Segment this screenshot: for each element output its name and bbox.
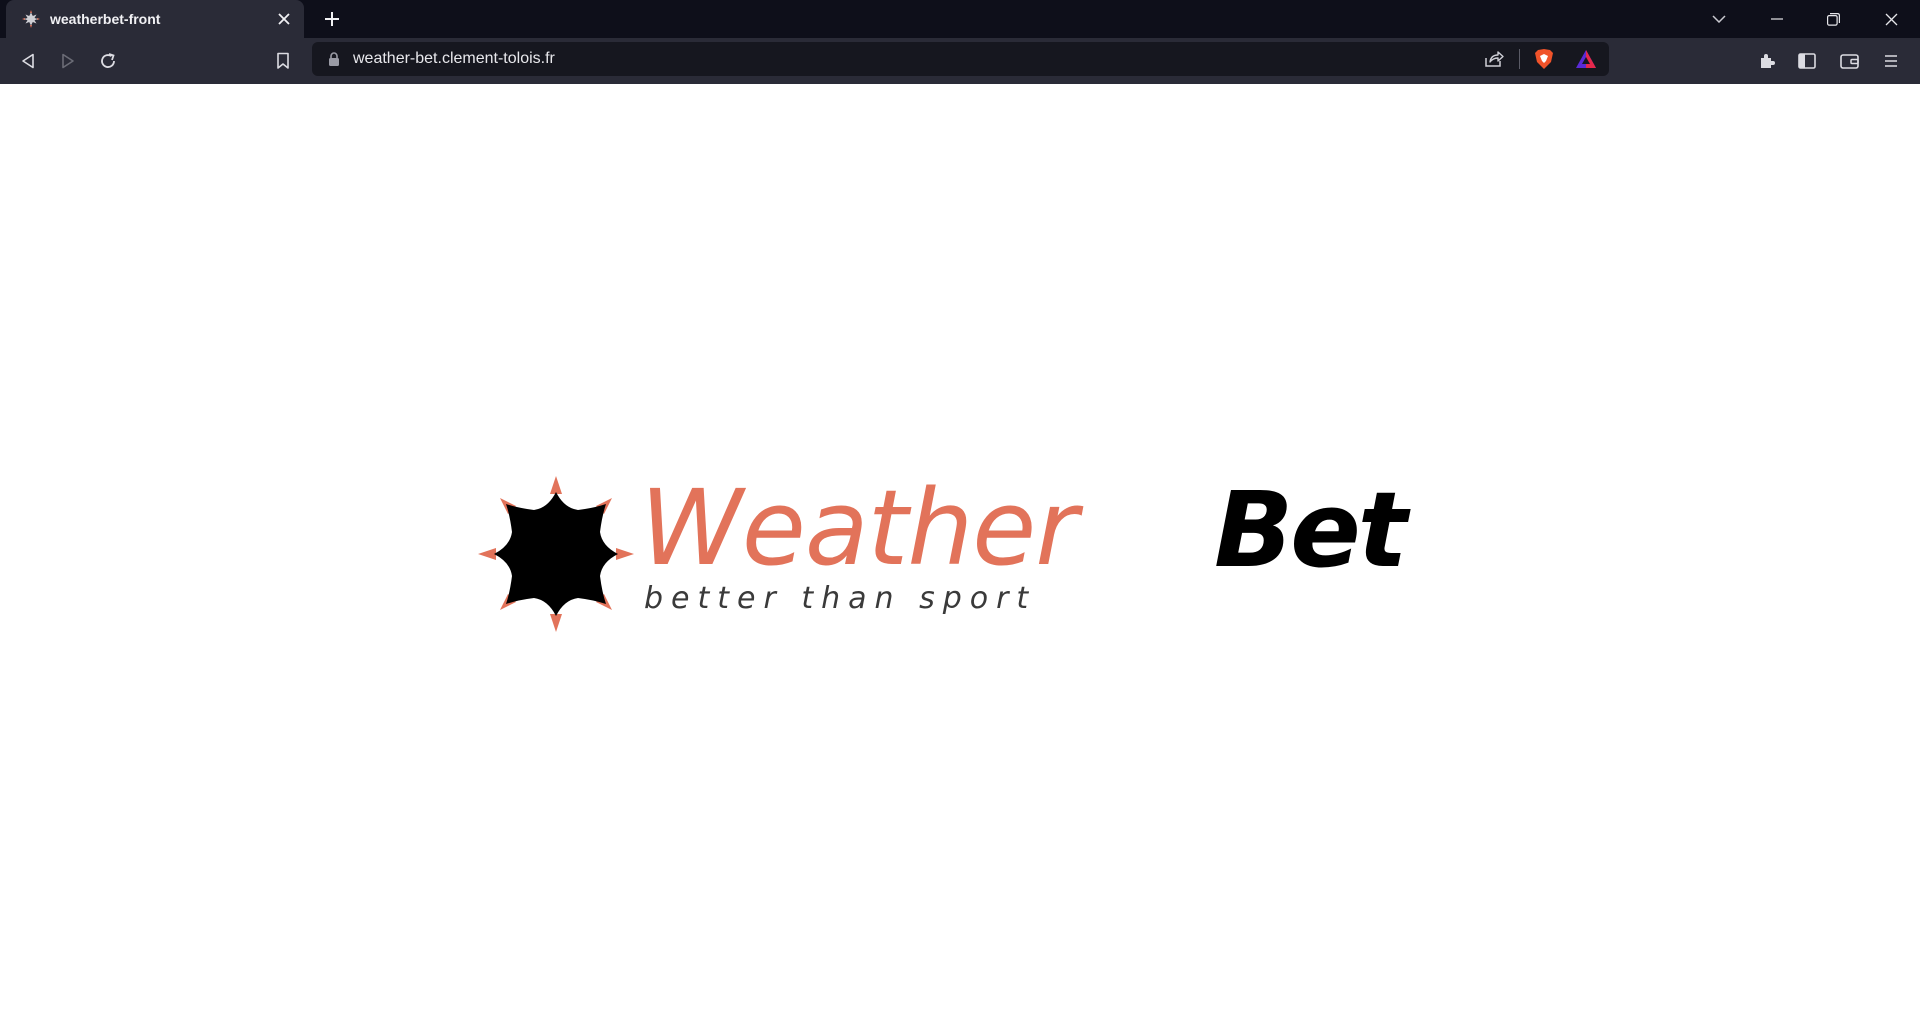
back-button[interactable] [13, 46, 43, 76]
tab-title: weatherbet-front [50, 11, 161, 27]
sidebar-icon[interactable] [1792, 46, 1822, 76]
address-bar[interactable]: weather-bet.clement-tolois.fr [312, 42, 1609, 76]
new-tab-button[interactable] [320, 7, 344, 31]
browser-toolbar: weather-bet.clement-tolois.fr [0, 38, 1920, 84]
tab-strip: weatherbet-front [0, 0, 1920, 38]
lock-icon[interactable] [326, 51, 342, 67]
tab-search-chevron-icon[interactable] [1704, 4, 1734, 34]
bookmark-icon[interactable] [268, 46, 298, 76]
forward-button[interactable] [53, 46, 83, 76]
sun-icon [478, 476, 634, 632]
brave-shields-icon[interactable] [1532, 47, 1556, 71]
page-content: Weather Bet better than sport [0, 84, 1920, 1020]
divider [1519, 49, 1520, 69]
browser-tab[interactable]: weatherbet-front [6, 0, 304, 38]
restore-button[interactable] [1818, 4, 1848, 34]
menu-icon[interactable] [1876, 46, 1906, 76]
minimize-button[interactable] [1762, 4, 1792, 34]
close-window-button[interactable] [1876, 4, 1906, 34]
logo-tagline: better than sport [644, 581, 1037, 616]
weatherbet-logo: Weather Bet better than sport [478, 467, 1458, 632]
logo-bet-text: Bet [1214, 469, 1408, 591]
wallet-icon[interactable] [1835, 46, 1865, 76]
brave-rewards-icon[interactable] [1574, 47, 1598, 71]
url-text[interactable]: weather-bet.clement-tolois.fr [353, 50, 555, 68]
weatherbet-sun-icon [22, 10, 40, 28]
logo-weather-text: Weather [640, 467, 1078, 589]
reload-button[interactable] [93, 46, 123, 76]
extensions-icon[interactable] [1752, 46, 1782, 76]
share-icon[interactable] [1482, 47, 1506, 71]
close-tab-icon[interactable] [274, 9, 294, 29]
